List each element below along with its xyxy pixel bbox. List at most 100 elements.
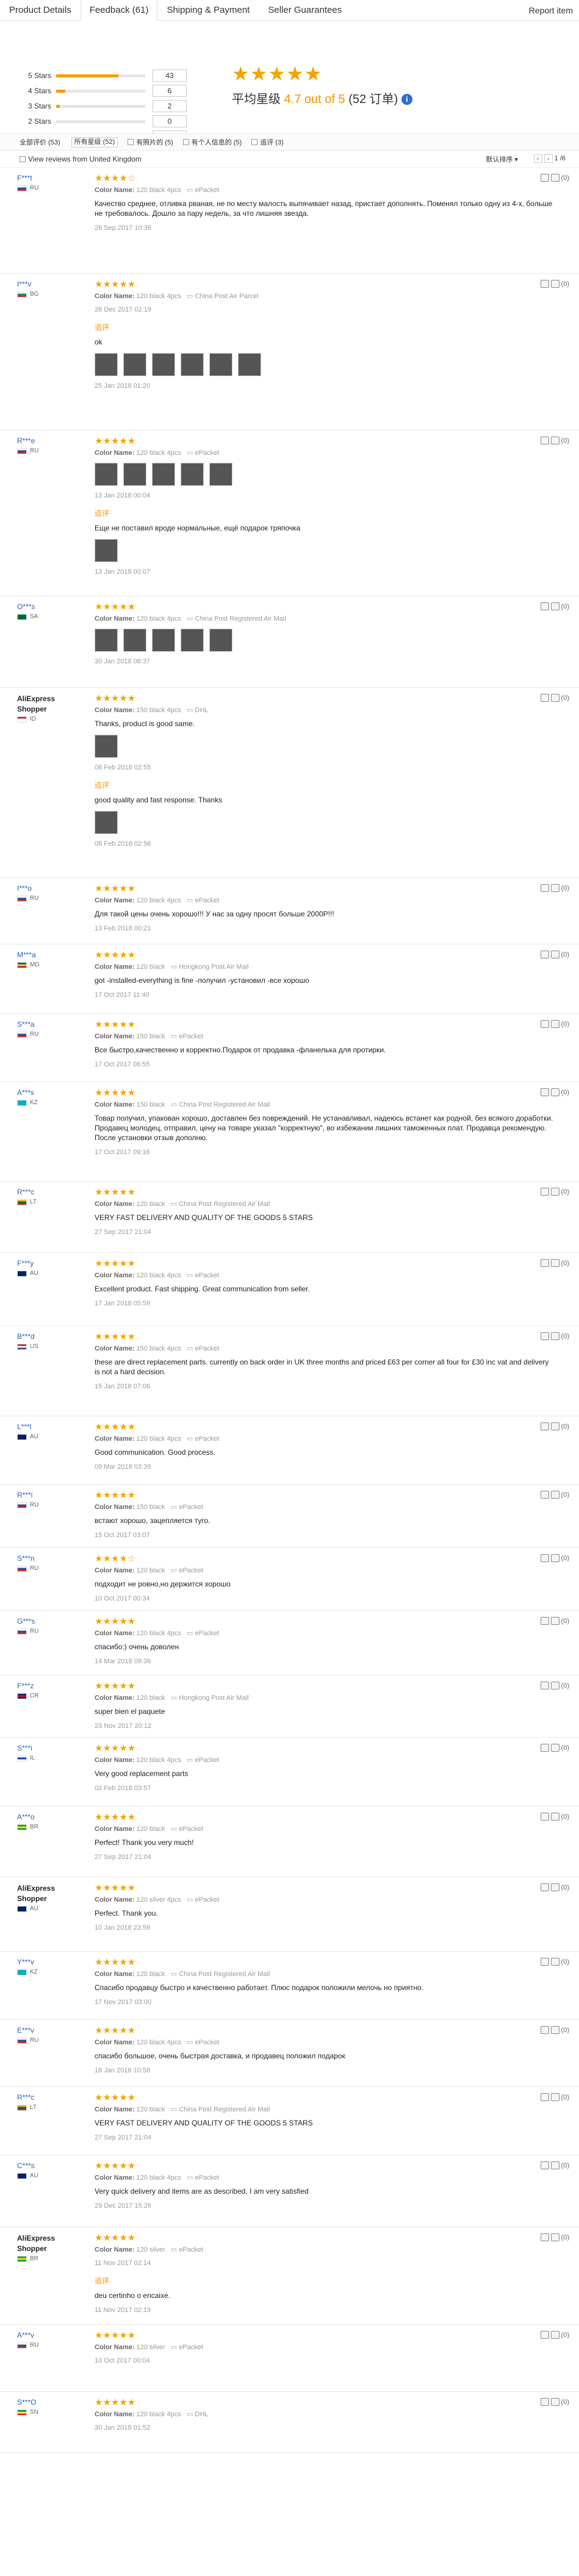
review-photo-thumbnail[interactable] (95, 629, 118, 652)
thumbs-down-icon[interactable] (550, 2161, 559, 2169)
helpful-vote[interactable]: (0) (540, 1259, 569, 1267)
reviewer-name[interactable]: R***c (17, 1188, 35, 1196)
helpful-vote[interactable]: (0) (540, 694, 569, 702)
thumbs-up-icon[interactable] (540, 1422, 549, 1430)
thumbs-down-icon[interactable] (550, 951, 559, 958)
helpful-vote[interactable]: (0) (540, 951, 569, 958)
thumbs-down-icon[interactable] (550, 2331, 559, 2339)
star-row[interactable]: 5 Stars 43 (28, 70, 187, 82)
thumbs-up-icon[interactable] (540, 1744, 549, 1752)
thumbs-down-icon[interactable] (550, 1020, 559, 1028)
prev-page-icon[interactable]: ‹ (533, 154, 542, 163)
tab-shipping-payment[interactable]: Shipping & Payment (157, 0, 259, 20)
filter-stars[interactable]: 所有星级 (52) (70, 137, 118, 148)
thumbs-up-icon[interactable] (540, 174, 549, 182)
thumbs-down-icon[interactable] (550, 1617, 559, 1625)
review-photo-thumbnail[interactable] (209, 629, 232, 652)
thumbs-up-icon[interactable] (540, 2398, 549, 2406)
helpful-vote[interactable]: (0) (540, 1020, 569, 1028)
helpful-vote[interactable]: (0) (540, 2331, 569, 2339)
helpful-vote[interactable]: (0) (540, 602, 569, 610)
review-photo-thumbnail[interactable] (209, 353, 232, 376)
reviewer-name[interactable]: O***s (17, 602, 35, 611)
thumbs-up-icon[interactable] (540, 884, 549, 892)
review-photo-thumbnail[interactable] (95, 735, 118, 758)
helpful-vote[interactable]: (0) (540, 280, 569, 288)
reviewer-name[interactable]: L***l (17, 1422, 31, 1431)
thumbs-up-icon[interactable] (540, 694, 549, 702)
reviewer-name[interactable]: E***v (17, 2026, 34, 2035)
thumbs-up-icon[interactable] (540, 1883, 549, 1891)
helpful-vote[interactable]: (0) (540, 1088, 569, 1096)
thumbs-down-icon[interactable] (550, 884, 559, 892)
helpful-vote[interactable]: (0) (540, 1744, 569, 1752)
helpful-vote[interactable]: (0) (540, 1682, 569, 1689)
reviewer-name[interactable]: M***a (17, 951, 36, 959)
reviewer-name[interactable]: A***o (17, 1813, 35, 1821)
filter-with-pictures[interactable]: 有照片的 (5) (128, 137, 173, 147)
filter-additional[interactable]: 有个人信息的 (5) (182, 137, 242, 147)
thumbs-down-icon[interactable] (550, 1813, 559, 1821)
thumbs-down-icon[interactable] (550, 2026, 559, 2034)
filter-local[interactable]: 追评 (3) (251, 137, 284, 147)
reviewer-name[interactable]: R***c (17, 2093, 35, 2102)
thumbs-down-icon[interactable] (550, 437, 559, 444)
review-photo-thumbnail[interactable] (209, 463, 232, 486)
review-photo-thumbnail[interactable] (95, 463, 118, 486)
reviewer-name[interactable]: F***y (17, 1259, 34, 1268)
report-item-link[interactable]: Report item (529, 0, 573, 21)
thumbs-down-icon[interactable] (550, 1422, 559, 1430)
next-page-icon[interactable]: › (544, 154, 553, 163)
thumbs-down-icon[interactable] (550, 602, 559, 610)
review-photo-thumbnail[interactable] (152, 463, 175, 486)
reviewer-name[interactable]: C***s (17, 2161, 35, 2170)
helpful-vote[interactable]: (0) (540, 1617, 569, 1625)
thumbs-up-icon[interactable] (540, 1813, 549, 1821)
thumbs-up-icon[interactable] (540, 1617, 549, 1625)
reviewer-name[interactable]: S***a (17, 1020, 35, 1029)
review-photo-thumbnail[interactable] (181, 463, 204, 486)
helpful-vote[interactable]: (0) (540, 1332, 569, 1340)
reviewer-name[interactable]: R***e (17, 437, 35, 445)
thumbs-up-icon[interactable] (540, 1682, 549, 1689)
helpful-vote[interactable]: (0) (540, 884, 569, 892)
reviewer-name[interactable]: G***s (17, 1617, 35, 1625)
thumbs-down-icon[interactable] (550, 1088, 559, 1096)
reviewer-name[interactable]: F***t (17, 174, 32, 182)
thumbs-up-icon[interactable] (540, 2093, 549, 2101)
reviewer-name[interactable]: S***n (17, 1554, 35, 1563)
helpful-vote[interactable]: (0) (540, 1958, 569, 1966)
review-photo-thumbnail[interactable] (123, 463, 146, 486)
thumbs-down-icon[interactable] (550, 1744, 559, 1752)
helpful-vote[interactable]: (0) (540, 2026, 569, 2034)
thumbs-up-icon[interactable] (540, 602, 549, 610)
helpful-vote[interactable]: (0) (540, 1491, 569, 1499)
tab-seller-guarantees[interactable]: Seller Guarantees (259, 0, 351, 20)
thumbs-down-icon[interactable] (550, 1491, 559, 1499)
thumbs-down-icon[interactable] (550, 2398, 559, 2406)
thumbs-down-icon[interactable] (550, 1332, 559, 1340)
helpful-vote[interactable]: (0) (540, 1554, 569, 1562)
thumbs-up-icon[interactable] (540, 1088, 549, 1096)
reviewer-name[interactable]: I***o (17, 884, 32, 893)
stars-select[interactable]: 所有星级 (52) (71, 137, 118, 148)
thumbs-up-icon[interactable] (540, 280, 549, 288)
thumbs-up-icon[interactable] (540, 1491, 549, 1499)
helpful-vote[interactable]: (0) (540, 1188, 569, 1196)
thumbs-up-icon[interactable] (540, 2026, 549, 2034)
reviewer-name[interactable]: R***i (17, 1491, 32, 1499)
reviewer-name[interactable]: Y***v (17, 1958, 34, 1966)
helpful-vote[interactable]: (0) (540, 437, 569, 444)
review-photo-thumbnail[interactable] (95, 811, 118, 834)
helpful-vote[interactable]: (0) (540, 2233, 569, 2241)
review-photo-thumbnail[interactable] (123, 629, 146, 652)
thumbs-up-icon[interactable] (540, 2233, 549, 2241)
thumbs-down-icon[interactable] (550, 1259, 559, 1267)
thumbs-up-icon[interactable] (540, 1259, 549, 1267)
thumbs-up-icon[interactable] (540, 951, 549, 958)
local-checkbox[interactable] (251, 139, 258, 145)
thumbs-down-icon[interactable] (550, 1883, 559, 1891)
helpful-vote[interactable]: (0) (540, 2398, 569, 2406)
thumbs-down-icon[interactable] (550, 1958, 559, 1966)
helpful-vote[interactable]: (0) (540, 2093, 569, 2101)
